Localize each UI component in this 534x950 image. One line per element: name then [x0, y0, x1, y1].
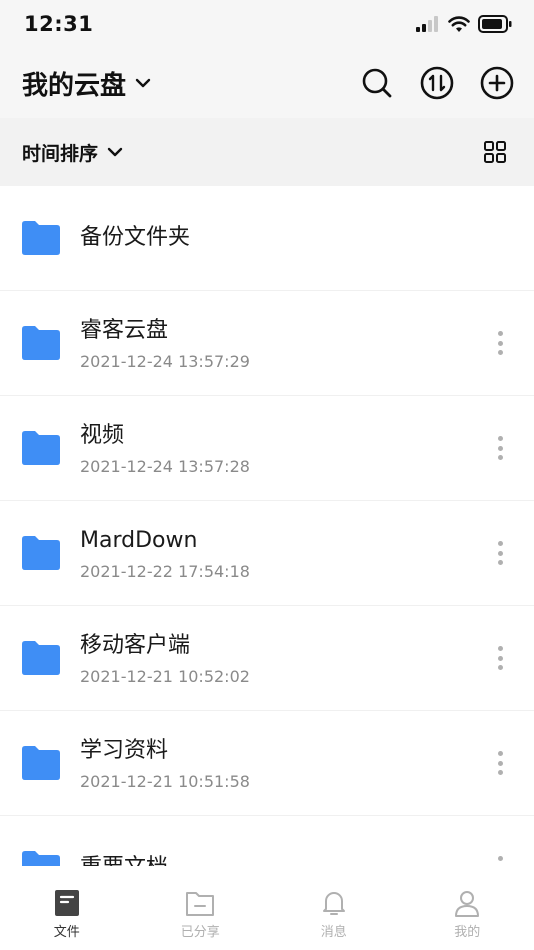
- file-name: MardDown: [80, 527, 198, 553]
- file-text: 视频 2021-12-24 13:57:28: [80, 421, 488, 476]
- signal-icon: [416, 16, 438, 32]
- grid-view-button[interactable]: [478, 135, 512, 169]
- status-time: 12:31: [24, 12, 94, 36]
- file-name: 视频: [80, 422, 125, 448]
- folder-icon: [22, 431, 60, 465]
- file-time: 2021-12-21 10:52:02: [80, 666, 250, 686]
- tab-label: 消息: [320, 924, 347, 940]
- more-options-icon[interactable]: [488, 328, 512, 358]
- plus-circle-icon: [480, 66, 514, 100]
- file-name: 学习资料: [80, 737, 169, 763]
- more-options-icon[interactable]: [488, 643, 512, 673]
- user-icon: [455, 890, 480, 917]
- transfer-button[interactable]: [420, 66, 454, 100]
- file-name: 移动客户端: [80, 632, 191, 658]
- status-icons: [416, 15, 512, 33]
- header-actions: [360, 66, 514, 100]
- search-icon: [362, 68, 392, 98]
- folder-row[interactable]: MardDown 2021-12-22 17:54:18: [0, 501, 534, 606]
- file-list: 备份文件夹 睿客云盘 2021-12-24 13:57:29 视频 2021-1…: [0, 186, 534, 866]
- grid-icon: [484, 141, 506, 163]
- more-options-icon[interactable]: [488, 853, 512, 866]
- file-name: 重要文档: [80, 853, 488, 866]
- wifi-icon: [448, 15, 470, 32]
- sort-bar: 时间排序: [0, 118, 534, 186]
- file-time: 2021-12-22 17:54:18: [80, 561, 250, 581]
- file-text: 睿客云盘 2021-12-24 13:57:29: [80, 316, 488, 371]
- folder-row[interactable]: 睿客云盘 2021-12-24 13:57:29: [0, 291, 534, 396]
- folder-icon: [22, 221, 60, 255]
- shared-folder-icon: [186, 891, 215, 916]
- sort-label: 时间排序: [22, 142, 99, 165]
- more-options-icon[interactable]: [488, 748, 512, 778]
- tab-messages[interactable]: 消息: [284, 889, 384, 940]
- chevron-down-icon: [107, 147, 123, 157]
- folder-icon: [22, 851, 60, 866]
- drive-selector[interactable]: 我的云盘: [22, 65, 152, 102]
- file-icon: [54, 889, 79, 916]
- file-text: 移动客户端 2021-12-21 10:52:02: [80, 631, 488, 686]
- battery-icon: [478, 15, 512, 33]
- file-text: 备份文件夹: [80, 223, 512, 253]
- folder-icon: [22, 536, 60, 570]
- page-title: 我的云盘: [22, 70, 127, 101]
- file-time: 2021-12-24 13:57:29: [80, 351, 250, 371]
- file-text: 学习资料 2021-12-21 10:51:58: [80, 736, 488, 791]
- more-options-icon[interactable]: [488, 538, 512, 568]
- status-bar: 12:31: [0, 0, 534, 48]
- folder-row[interactable]: 视频 2021-12-24 13:57:28: [0, 396, 534, 501]
- folder-row[interactable]: 移动客户端 2021-12-21 10:52:02: [0, 606, 534, 711]
- file-time: 2021-12-24 13:57:28: [80, 456, 250, 476]
- chevron-down-icon: [135, 78, 151, 88]
- more-options-icon[interactable]: [488, 433, 512, 463]
- folder-row[interactable]: 备份文件夹: [0, 186, 534, 291]
- add-button[interactable]: [480, 66, 514, 100]
- tab-label: 已分享: [180, 924, 220, 940]
- bell-icon: [322, 891, 345, 915]
- file-time: 2021-12-21 10:51:58: [80, 771, 250, 791]
- folder-row[interactable]: 重要文档: [0, 816, 534, 866]
- bottom-tab-bar: 文件 已分享 消息 我的: [0, 872, 534, 950]
- file-text: 重要文档: [80, 853, 488, 866]
- tab-me[interactable]: 我的: [417, 889, 517, 940]
- sort-selector[interactable]: 时间排序: [22, 139, 124, 166]
- file-name: 备份文件夹: [80, 225, 191, 250]
- folder-icon: [22, 746, 60, 780]
- search-button[interactable]: [360, 66, 394, 100]
- file-text: MardDown 2021-12-22 17:54:18: [80, 526, 488, 581]
- tab-label: 我的: [454, 924, 481, 940]
- transfer-icon: [420, 66, 454, 100]
- folder-row[interactable]: 学习资料 2021-12-21 10:51:58: [0, 711, 534, 816]
- folder-icon: [22, 326, 60, 360]
- folder-icon: [22, 641, 60, 675]
- file-name: 睿客云盘: [80, 317, 169, 343]
- tab-files[interactable]: 文件: [17, 889, 117, 940]
- tab-label: 文件: [53, 924, 80, 940]
- tab-shared[interactable]: 已分享: [150, 889, 250, 940]
- header: 我的云盘: [0, 48, 534, 118]
